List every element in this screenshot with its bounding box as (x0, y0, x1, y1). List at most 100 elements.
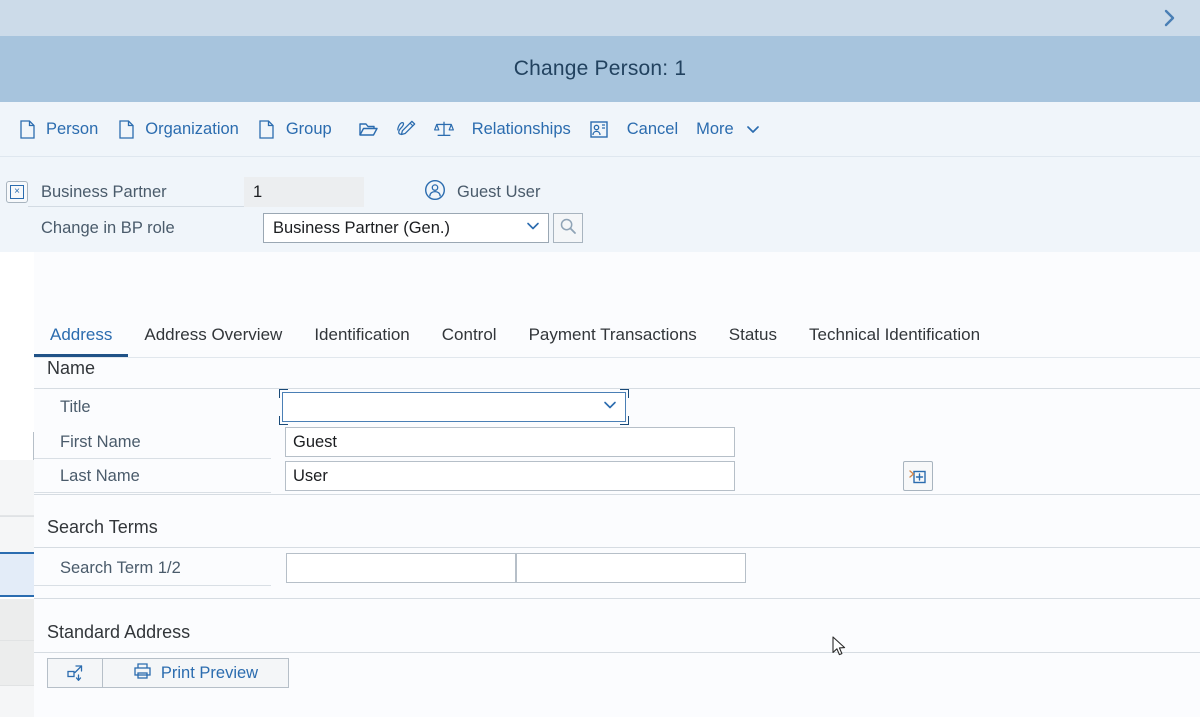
bp-role-value: Business Partner (Gen.) (273, 218, 450, 237)
toolbar-person-button[interactable]: Person (8, 110, 107, 148)
toolbar-cancel-label: Cancel (626, 119, 679, 138)
scales-icon (433, 118, 454, 140)
chevron-down-icon (602, 397, 618, 418)
left-side-panel-clipped (0, 252, 34, 717)
tab-address[interactable]: Address (34, 315, 129, 357)
bp-role-value-help-button[interactable] (553, 213, 583, 243)
search-icon (559, 217, 577, 240)
document-icon (116, 118, 136, 140)
add-entry-icon (909, 470, 926, 484)
first-name-label: First Name (34, 425, 271, 459)
application-window: Change Person: 1 Person Organization Gro… (0, 0, 1200, 717)
toolbar-person-card-button[interactable] (580, 110, 618, 148)
main-toolbar: Person Organization Group Relationships … (0, 102, 1200, 157)
document-icon (17, 118, 37, 140)
printer-icon (133, 662, 152, 685)
tab-label: Payment Transactions (528, 324, 697, 344)
document-icon (257, 118, 277, 140)
tab-payment-transactions[interactable]: Payment Transactions (513, 315, 713, 357)
key-icon (0, 118, 6, 140)
tab-status[interactable]: Status (713, 315, 793, 357)
person-card-icon (589, 118, 609, 140)
tab-label: Address Overview (144, 324, 283, 344)
guest-user-name: Guest User (457, 182, 541, 201)
tab-label: Control (441, 324, 497, 344)
title-combo-wrapper (279, 389, 629, 425)
page-title-bar: Change Person: 1 (0, 36, 1200, 102)
print-preview-button[interactable]: Print Preview (103, 658, 289, 688)
shell-top-strip (0, 0, 1200, 36)
standard-address-group-title: Standard Address (47, 622, 191, 642)
tab-label: Address (50, 324, 113, 344)
list-item[interactable] (0, 460, 34, 516)
business-partner-row: × Business Partner Guest User (0, 177, 540, 207)
chevron-down-icon (743, 118, 763, 140)
address-form: Name Title First Name Guest Last Name Us… (34, 358, 1200, 688)
signature-icon (396, 118, 416, 140)
list-item-selected[interactable] (0, 552, 34, 597)
tab-label: Technical Identification (808, 324, 981, 344)
search-term-2-input[interactable] (516, 553, 746, 583)
list-item[interactable] (0, 599, 34, 641)
expand-address-button[interactable] (47, 658, 103, 688)
close-glyph: × (10, 185, 24, 199)
list-item[interactable] (0, 516, 34, 552)
chevron-right-icon[interactable] (1156, 4, 1184, 32)
toolbar-scales-button[interactable] (425, 110, 463, 148)
toolbar-more-label: More (696, 119, 734, 138)
toolbar-relationships-button[interactable]: Relationships (463, 110, 580, 148)
list-item[interactable] (0, 641, 34, 686)
search-term-row: Search Term 1/2 (34, 548, 1200, 588)
tab-label: Identification (314, 324, 410, 344)
search-term-1-input[interactable] (286, 553, 516, 583)
toolbar-open-folder-button[interactable] (349, 110, 387, 148)
rail-blank-area (0, 252, 34, 432)
tab-label: Status (728, 324, 777, 344)
expand-arrow-icon (67, 665, 83, 681)
bp-role-row: Change in BP role Business Partner (Gen.… (0, 213, 583, 243)
toolbar-group-label: Group (285, 119, 332, 138)
close-icon[interactable]: × (6, 181, 28, 203)
toolbar-relationships-label: Relationships (471, 119, 571, 138)
object-header: × Business Partner Guest User Change in … (0, 157, 1200, 252)
last-name-label: Last Name (34, 459, 271, 493)
search-terms-group-box: Search Term 1/2 (34, 547, 1200, 599)
standard-address-toolbar: Print Preview (47, 658, 1200, 688)
first-name-input[interactable] (285, 427, 735, 457)
page-title: Change Person: 1 (513, 57, 687, 80)
open-folder-icon (358, 118, 378, 140)
title-row: Title (34, 389, 1200, 425)
standard-address-group-box: Print Preview (34, 652, 1200, 688)
toolbar-cancel-button[interactable]: Cancel (618, 110, 687, 148)
bp-role-label: Change in BP role (41, 219, 175, 237)
tab-technical-identification[interactable]: Technical Identification (793, 315, 996, 357)
chevron-down-icon (525, 218, 541, 239)
content-area: Address Address Overview Identification … (34, 252, 1200, 717)
toolbar-key-button[interactable] (0, 110, 8, 148)
search-term-label: Search Term 1/2 (34, 551, 271, 586)
tab-address-overview[interactable]: Address Overview (128, 315, 298, 357)
guest-user-block: Guest User (424, 179, 540, 206)
last-name-row: Last Name (34, 459, 1200, 493)
title-select[interactable] (282, 392, 626, 422)
toolbar-organization-label: Organization (145, 119, 239, 138)
toolbar-organization-button[interactable]: Organization (107, 110, 248, 148)
person-circle-icon (424, 179, 446, 206)
add-entry-button[interactable] (903, 461, 933, 491)
toolbar-signature-button[interactable] (387, 110, 425, 148)
business-partner-label: Business Partner (28, 177, 244, 207)
toolbar-more-button[interactable]: More (687, 110, 772, 148)
business-partner-input[interactable] (244, 177, 364, 207)
rail-frame-edge (0, 432, 34, 460)
tab-identification[interactable]: Identification (298, 315, 425, 357)
name-group-box: Title First Name Guest Last Name User (34, 388, 1200, 495)
print-preview-label: Print Preview (160, 663, 259, 682)
tab-control[interactable]: Control (426, 315, 513, 357)
list-item[interactable] (0, 686, 34, 717)
title-label: Title (60, 398, 91, 416)
last-name-input[interactable] (285, 461, 735, 491)
toolbar-person-label: Person (46, 119, 99, 138)
name-group-title: Name (47, 358, 96, 378)
toolbar-group-button[interactable]: Group (248, 110, 341, 148)
bp-role-select[interactable]: Business Partner (Gen.) (263, 213, 549, 243)
